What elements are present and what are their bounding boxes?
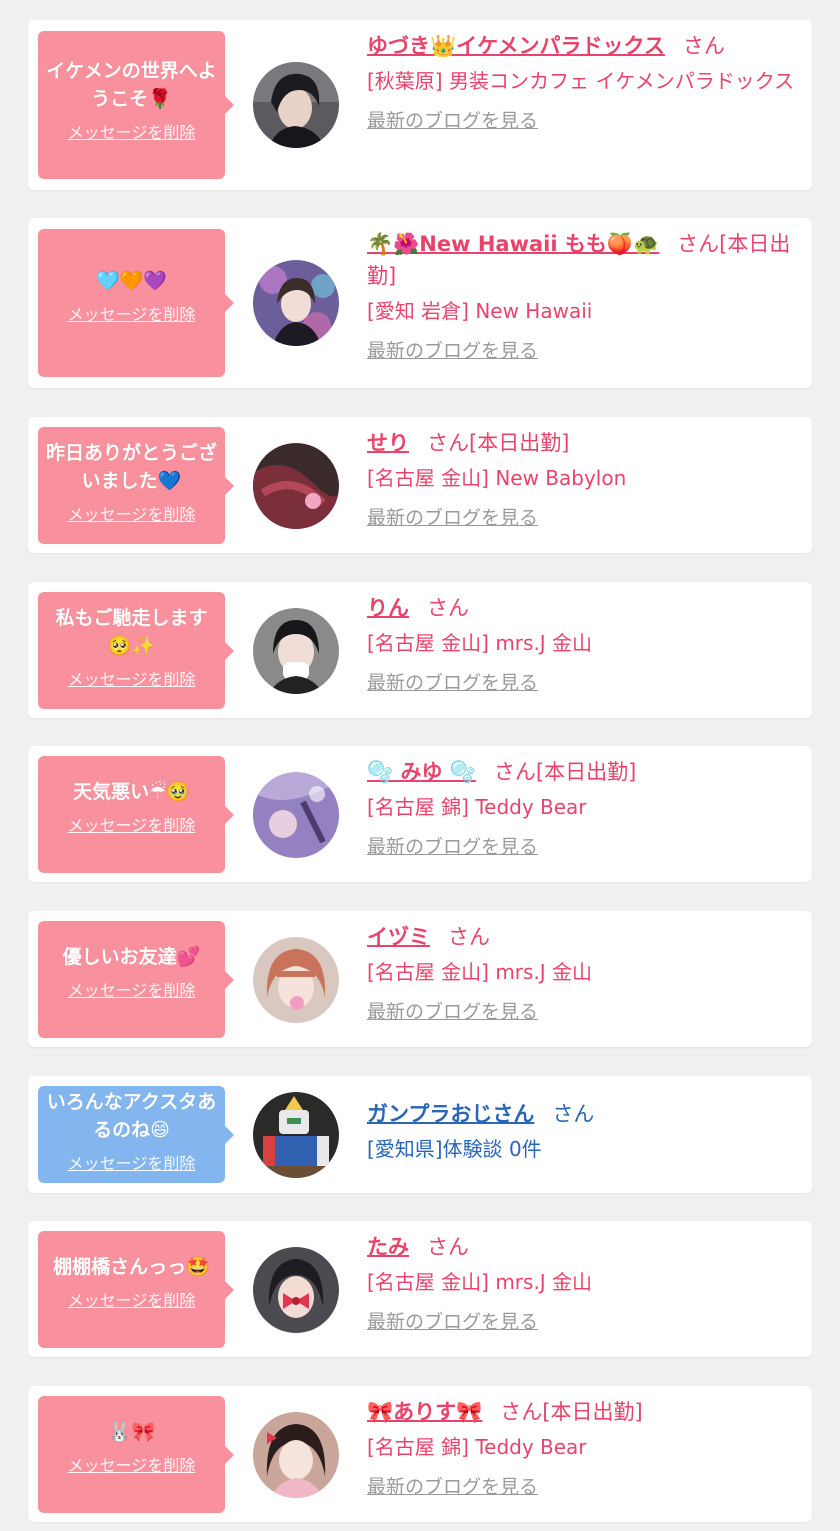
honorific: さん xyxy=(682,34,725,58)
sender-name-link[interactable]: 🫧 みゆ 🫧 xyxy=(367,760,476,784)
message-card: いろんなアクスタあるのね😄 メッセージを削除 ガンプラおじさん さん [愛知県]体… xyxy=(28,1076,812,1193)
portrait-image xyxy=(253,260,339,346)
sender-info: 🌴🌺New Hawaii もも🍑🐢 さん[本日出勤] [愛知 岩倉] New Ha… xyxy=(367,228,798,363)
portrait-image xyxy=(253,1247,339,1333)
message-card: 🩵🧡💜 メッセージを削除 🌴🌺New Hawaii もも🍑🐢 さん[本日出勤] [… xyxy=(28,218,812,388)
honorific: さん xyxy=(552,1102,595,1126)
sender-info: たみ さん [名古屋 金山] mrs.J 金山 最新のブログを見る xyxy=(367,1231,798,1334)
shop-info: [名古屋 金山] mrs.J 金山 xyxy=(367,631,593,655)
honorific: さん[本日出勤] xyxy=(493,760,637,784)
delete-message-link[interactable]: メッセージを削除 xyxy=(44,812,219,836)
message-list: イケメンの世界へようこそ🌹 メッセージを削除 ゆづき👑イケメンパラドックス さん … xyxy=(0,0,840,1531)
shop-info: [愛知県]体験談 0件 xyxy=(367,1137,542,1161)
message-card: イケメンの世界へようこそ🌹 メッセージを削除 ゆづき👑イケメンパラドックス さん … xyxy=(28,20,812,190)
sender-name-link[interactable]: ガンプラおじさん xyxy=(367,1102,534,1126)
honorific: さん xyxy=(427,1235,469,1259)
latest-blog-link[interactable]: 最新のブログを見る xyxy=(367,106,538,133)
message-text: 🩵🧡💜 xyxy=(96,270,167,292)
sender-info: 🎀ありす🎀 さん[本日出勤] [名古屋 錦] Teddy Bear 最新のブログを… xyxy=(367,1396,798,1499)
message-text: 昨日ありがとうございました💙 xyxy=(45,442,217,492)
avatar[interactable] xyxy=(253,1247,339,1333)
portrait-image xyxy=(253,608,339,694)
latest-blog-link[interactable]: 最新のブログを見る xyxy=(367,336,538,363)
message-bubble: イケメンの世界へようこそ🌹 メッセージを削除 xyxy=(38,31,234,179)
sender-info: りん さん [名古屋 金山] mrs.J 金山 最新のブログを見る xyxy=(367,592,798,695)
message-card: 私もご馳走します🥺✨ メッセージを削除 りん さん [名古屋 金山] mrs.J … xyxy=(28,582,812,718)
message-bubble: 🐰🎀 メッセージを削除 xyxy=(38,1396,234,1513)
avatar[interactable] xyxy=(253,443,339,529)
avatar[interactable] xyxy=(253,62,339,148)
sender-name-link[interactable]: 🎀ありす🎀 xyxy=(367,1400,482,1424)
avatar[interactable] xyxy=(253,1092,339,1178)
delete-message-link[interactable]: メッセージを削除 xyxy=(44,1287,219,1311)
delete-message-link[interactable]: メッセージを削除 xyxy=(44,119,219,143)
message-text: 私もご馳走します🥺✨ xyxy=(55,607,208,657)
message-bubble: 私もご馳走します🥺✨ メッセージを削除 xyxy=(38,592,234,709)
latest-blog-link[interactable]: 最新のブログを見る xyxy=(367,832,538,859)
honorific: さん[本日出勤] xyxy=(427,431,570,455)
shop-info: [秋葉原] 男装コンカフェ イケメンパラドックス xyxy=(367,69,795,93)
delete-message-link[interactable]: メッセージを削除 xyxy=(44,977,219,1001)
message-card: 天気悪い☔🥹 メッセージを削除 🫧 みゆ 🫧 さん[本日出勤] [名古屋 錦] T… xyxy=(28,746,812,882)
shop-info: [愛知 岩倉] New Hawaii xyxy=(367,299,593,323)
delete-message-link[interactable]: メッセージを削除 xyxy=(44,666,219,690)
portrait-image xyxy=(253,62,339,148)
delete-message-link[interactable]: メッセージを削除 xyxy=(44,301,219,325)
message-bubble: いろんなアクスタあるのね😄 メッセージを削除 xyxy=(38,1086,234,1183)
sender-name-link[interactable]: イヅミ xyxy=(367,925,430,949)
message-bubble: 天気悪い☔🥹 メッセージを削除 xyxy=(38,756,234,873)
avatar[interactable] xyxy=(253,937,339,1023)
message-card: 昨日ありがとうございました💙 メッセージを削除 せり さん[本日出勤] [名古屋 … xyxy=(28,417,812,553)
shop-info: [名古屋 錦] Teddy Bear xyxy=(367,795,587,819)
sender-info: ガンプラおじさん さん [愛知県]体験談 0件 xyxy=(367,1098,798,1166)
sender-info: せり さん[本日出勤] [名古屋 金山] New Babylon 最新のブログを見… xyxy=(367,427,798,530)
message-text: 🐰🎀 xyxy=(107,1421,156,1443)
message-text: 優しいお友達💕 xyxy=(62,946,201,968)
portrait-image xyxy=(253,1412,339,1498)
shop-info: [名古屋 金山] New Babylon xyxy=(367,466,627,490)
shop-info: [名古屋 金山] mrs.J 金山 xyxy=(367,1270,593,1294)
sender-info: ゆづき👑イケメンパラドックス さん [秋葉原] 男装コンカフェ イケメンパラドック… xyxy=(367,30,798,133)
shop-info: [名古屋 錦] Teddy Bear xyxy=(367,1435,587,1459)
avatar[interactable] xyxy=(253,608,339,694)
sender-info: 🫧 みゆ 🫧 さん[本日出勤] [名古屋 錦] Teddy Bear 最新のブログ… xyxy=(367,756,798,859)
message-text: いろんなアクスタあるのね😄 xyxy=(46,1091,217,1141)
latest-blog-link[interactable]: 最新のブログを見る xyxy=(367,1472,538,1499)
message-card: 🐰🎀 メッセージを削除 🎀ありす🎀 さん[本日出勤] [名古屋 錦] Teddy … xyxy=(28,1386,812,1522)
honorific: さん xyxy=(427,596,469,620)
sender-name-link[interactable]: 🌴🌺New Hawaii もも🍑🐢 xyxy=(367,232,659,256)
sender-name-link[interactable]: ゆづき👑イケメンパラドックス xyxy=(367,34,665,58)
shop-info: [名古屋 金山] mrs.J 金山 xyxy=(367,960,593,984)
delete-message-link[interactable]: メッセージを削除 xyxy=(44,501,219,525)
sender-name-link[interactable]: たみ xyxy=(367,1235,409,1259)
message-bubble: 🩵🧡💜 メッセージを削除 xyxy=(38,229,234,377)
message-text: 棚棚橋さんっっ🤩 xyxy=(53,1256,210,1278)
message-bubble: 棚棚橋さんっっ🤩 メッセージを削除 xyxy=(38,1231,234,1348)
message-bubble: 昨日ありがとうございました💙 メッセージを削除 xyxy=(38,427,234,544)
avatar[interactable] xyxy=(253,260,339,346)
portrait-image xyxy=(253,937,339,1023)
honorific: さん[本日出勤] xyxy=(500,1400,643,1424)
message-card: 優しいお友達💕 メッセージを削除 イヅミ さん [名古屋 金山] mrs.J 金山… xyxy=(28,911,812,1047)
portrait-image xyxy=(253,443,339,529)
message-text: 天気悪い☔🥹 xyxy=(73,781,190,803)
honorific: さん xyxy=(448,925,490,949)
sender-info: イヅミ さん [名古屋 金山] mrs.J 金山 最新のブログを見る xyxy=(367,921,798,1024)
avatar[interactable] xyxy=(253,772,339,858)
latest-blog-link[interactable]: 最新のブログを見る xyxy=(367,668,538,695)
latest-blog-link[interactable]: 最新のブログを見る xyxy=(367,503,538,530)
portrait-image xyxy=(253,772,339,858)
sender-name-link[interactable]: せり xyxy=(367,431,409,455)
message-card: 棚棚橋さんっっ🤩 メッセージを削除 たみ さん [名古屋 金山] mrs.J 金山… xyxy=(28,1221,812,1357)
gundam-model-image xyxy=(253,1092,339,1178)
delete-message-link[interactable]: メッセージを削除 xyxy=(44,1452,219,1476)
latest-blog-link[interactable]: 最新のブログを見る xyxy=(367,1307,538,1334)
message-bubble: 優しいお友達💕 メッセージを削除 xyxy=(38,921,234,1038)
message-text: イケメンの世界へようこそ🌹 xyxy=(46,60,217,110)
avatar[interactable] xyxy=(253,1412,339,1498)
delete-message-link[interactable]: メッセージを削除 xyxy=(44,1150,219,1174)
sender-name-link[interactable]: りん xyxy=(367,596,409,620)
latest-blog-link[interactable]: 最新のブログを見る xyxy=(367,997,538,1024)
